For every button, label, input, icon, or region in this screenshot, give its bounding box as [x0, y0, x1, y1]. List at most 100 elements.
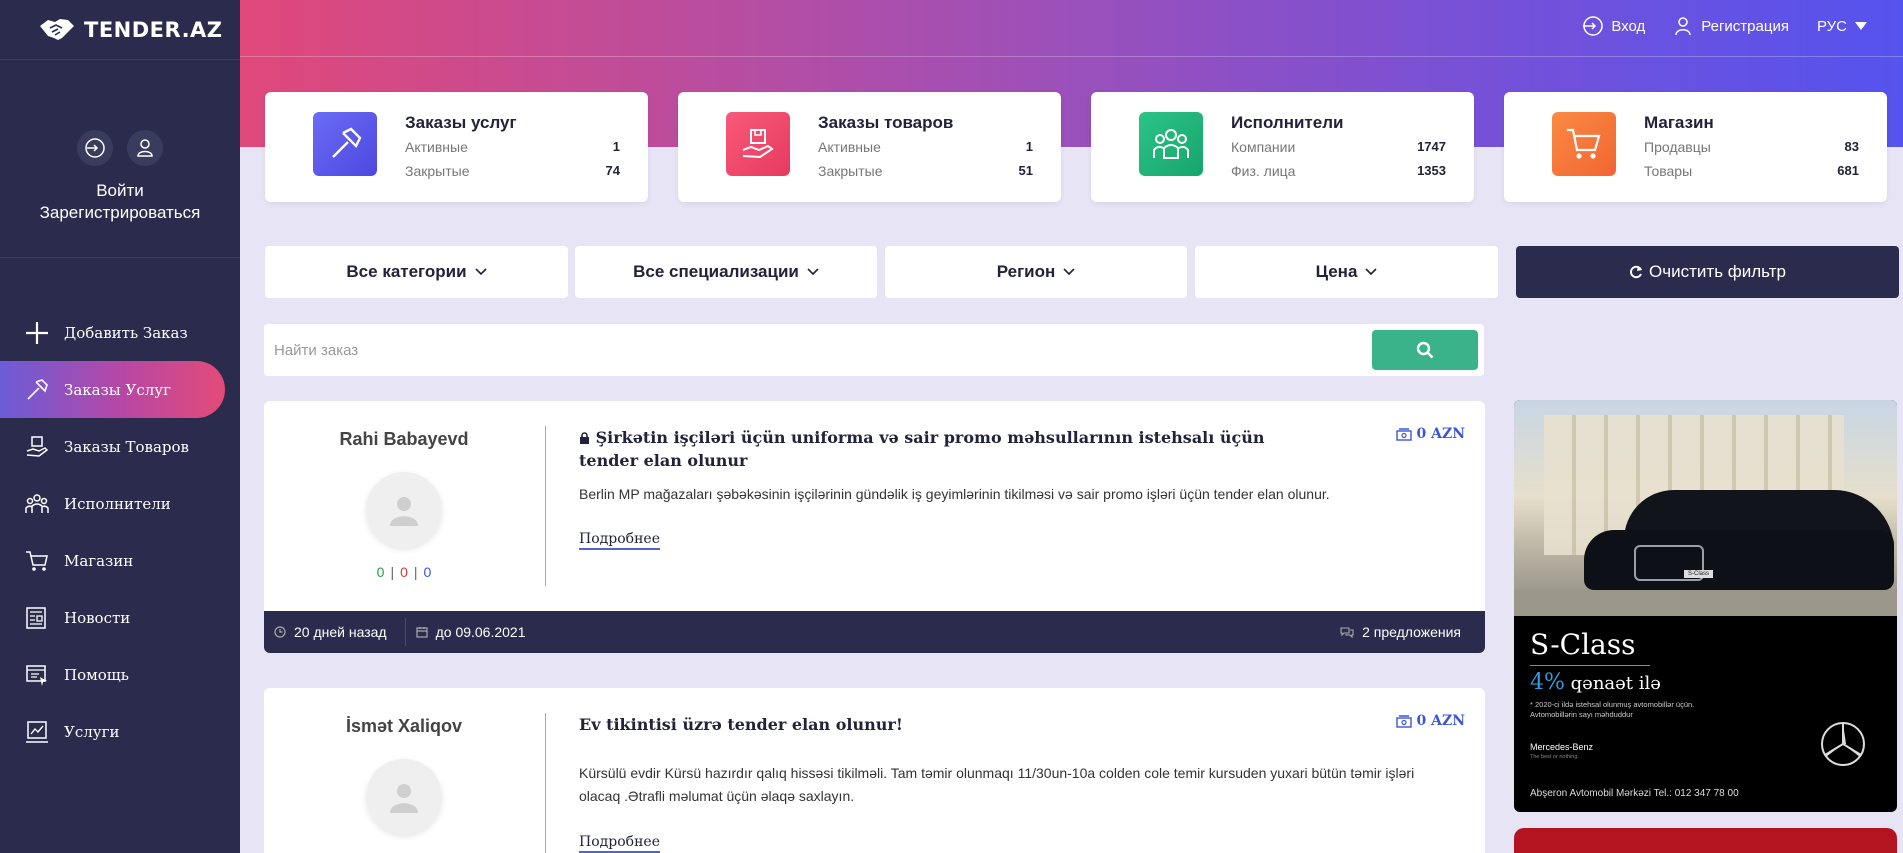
tender-title[interactable]: Şirkətin işçiləri üçün uniforma və sair … [579, 426, 1269, 472]
ad-banner[interactable]: S-Class S-Class 4% qənaət ilə * 2020-ci … [1514, 400, 1897, 812]
stat-label: Закрытые [818, 163, 883, 179]
stat-value: 681 [1837, 163, 1859, 178]
tender-description: Berlin MP mağazaları şəbəkəsinin işçilər… [579, 486, 1330, 502]
tender-offers[interactable]: 2 предложения [1362, 624, 1461, 640]
header-register-link[interactable]: Регистрация [1673, 16, 1789, 36]
stat-title: Заказы услуг [405, 113, 517, 132]
sidebar-item-executors[interactable]: Исполнители [0, 475, 240, 532]
filter-specializations-label: Все специализации [633, 262, 799, 281]
ad-small-line1: * 2020-ci ildə istehsal olunmuş avtomobi… [1530, 700, 1695, 709]
header-login-link[interactable]: Вход [1581, 15, 1645, 37]
sidebar-item-services[interactable]: Услуги [0, 703, 240, 760]
rating-neutral: 0 [423, 564, 432, 580]
chevron-down-icon [1365, 268, 1377, 276]
tender-title[interactable]: Ev tikintisi üzrə tender elan olunur! [579, 713, 1269, 736]
sidebar-nav: Добавить Заказ Заказы Услуг Заказы Товар… [0, 304, 240, 760]
chevron-down-icon [1063, 268, 1075, 276]
ad-title: S-Class [1530, 628, 1636, 661]
sidebar-item-help[interactable]: Помощь [0, 646, 240, 703]
divider [545, 426, 546, 586]
avatar[interactable] [366, 472, 442, 548]
sidebar-item-label: Добавить Заказ [64, 323, 188, 342]
tender-card: İsmət Xaliqov Ev tikintisi üzrə tender e… [264, 688, 1485, 853]
tender-card: Rahi Babayevd 0 | 0 | 0 Şirkətin işçiləri üç… [264, 401, 1485, 653]
logo[interactable]: TENDER.AZ [0, 0, 240, 60]
stat-value: 74 [605, 163, 620, 178]
stat-label: Физ. лица [1231, 163, 1296, 179]
sidebar-login-link[interactable]: Войти [96, 180, 144, 202]
hammer-icon [24, 377, 50, 403]
sidebar-item-service-orders[interactable]: Заказы Услуг [0, 361, 225, 418]
stat-label: Активные [405, 139, 468, 155]
ad-photo: S-Class [1514, 400, 1897, 616]
newspaper-icon [24, 605, 50, 631]
tender-author[interactable]: Rahi Babayevd [264, 429, 544, 450]
ad-footer: Abşeron Avtomobil Mərkəzi Tel.: 012 347 … [1530, 788, 1739, 799]
plus-icon [24, 320, 50, 346]
hand-box-icon [726, 112, 790, 176]
chevron-down-icon [475, 268, 487, 276]
stat-value: 1353 [1417, 163, 1446, 178]
tender-more-link[interactable]: Подробнее [579, 834, 660, 853]
tender-title-text: Şirkətin işçiləri üçün uniforma və sair … [579, 428, 1265, 470]
rating-negative: 0 [400, 564, 408, 580]
sidebar-item-add-order[interactable]: Добавить Заказ [0, 304, 240, 361]
filter-region[interactable]: Регион [885, 246, 1187, 298]
header-register-label: Регистрация [1701, 17, 1789, 35]
sidebar-item-goods-orders[interactable]: Заказы Товаров [0, 418, 240, 475]
stat-card-shop[interactable]: Магазин Продавцы 83 Товары 681 [1504, 92, 1887, 202]
filter-specializations[interactable]: Все специализации [575, 246, 877, 298]
stat-card-executors[interactable]: Исполнители Компании 1747 Физ. лица 1353 [1091, 92, 1474, 202]
tender-ratings: 0 | 0 | 0 [376, 564, 432, 580]
stat-title: Магазин [1644, 113, 1714, 132]
login-icon[interactable] [77, 130, 113, 166]
money-icon [1395, 714, 1412, 728]
stat-label: Товары [1644, 163, 1693, 179]
ad-banner-secondary[interactable] [1514, 828, 1897, 853]
user-icon[interactable] [127, 130, 163, 166]
sidebar-register-link[interactable]: Зарегистрироваться [40, 202, 201, 224]
user-placeholder-icon [390, 784, 418, 813]
header-login-label: Вход [1611, 17, 1646, 35]
search-input[interactable] [274, 338, 1274, 362]
sidebar-item-news[interactable]: Новости [0, 589, 240, 646]
stat-card-goods-orders[interactable]: Заказы товаров Активные 1 Закрытые 51 [678, 92, 1061, 202]
refresh-icon [1630, 265, 1643, 279]
filter-region-label: Регион [996, 262, 1056, 281]
stat-value: 1 [612, 139, 620, 154]
ad-percent-text: qənaət ilə [1570, 673, 1661, 694]
tender-price: 0 AZN [1395, 713, 1465, 729]
language-label: РУС [1816, 17, 1847, 35]
comments-icon [1340, 627, 1354, 638]
sidebar-item-label: Услуги [64, 722, 120, 741]
avatar[interactable] [366, 759, 442, 835]
tender-price-value: 0 AZN [1416, 426, 1466, 442]
clear-filter-label: Очистить фильтр [1649, 262, 1786, 281]
filter-price-label: Цена [1315, 262, 1358, 281]
ad-plate: S-Class [1684, 570, 1714, 578]
cart-icon [24, 548, 50, 574]
tender-more-link[interactable]: Подробнее [579, 531, 660, 550]
user-icon [1675, 17, 1692, 36]
search-button[interactable] [1372, 330, 1478, 370]
ad-discount: 4% qənaət ilə [1530, 670, 1661, 695]
language-selector[interactable]: РУС [1817, 18, 1867, 35]
clear-filter-button[interactable]: Очистить фильтр [1516, 246, 1899, 298]
tender-author[interactable]: İsmət Xaliqov [264, 716, 544, 737]
filter-price[interactable]: Цена [1195, 246, 1498, 298]
sidebar-item-label: Новости [64, 608, 131, 627]
sidebar-item-shop[interactable]: Магазин [0, 532, 240, 589]
filter-categories[interactable]: Все категории [265, 246, 568, 298]
chevron-down-icon [807, 268, 819, 276]
tender-footer: 20 дней назад до 09.06.2021 2 предложени… [264, 611, 1485, 653]
auth-block: Войти Зарегистрироваться [0, 60, 240, 258]
stat-label: Активные [818, 139, 881, 155]
stat-card-service-orders[interactable]: Заказы услуг Активные 1 Закрытые 74 [265, 92, 648, 202]
rating-positive: 0 [376, 564, 385, 580]
tender-posted: 20 дней назад [294, 624, 387, 640]
sidebar-item-label: Помощь [64, 665, 129, 684]
stat-value: 1 [1025, 139, 1033, 154]
stat-label: Закрытые [405, 163, 470, 179]
sidebar-item-label: Заказы Услуг [64, 380, 171, 399]
search-icon [1416, 341, 1434, 359]
